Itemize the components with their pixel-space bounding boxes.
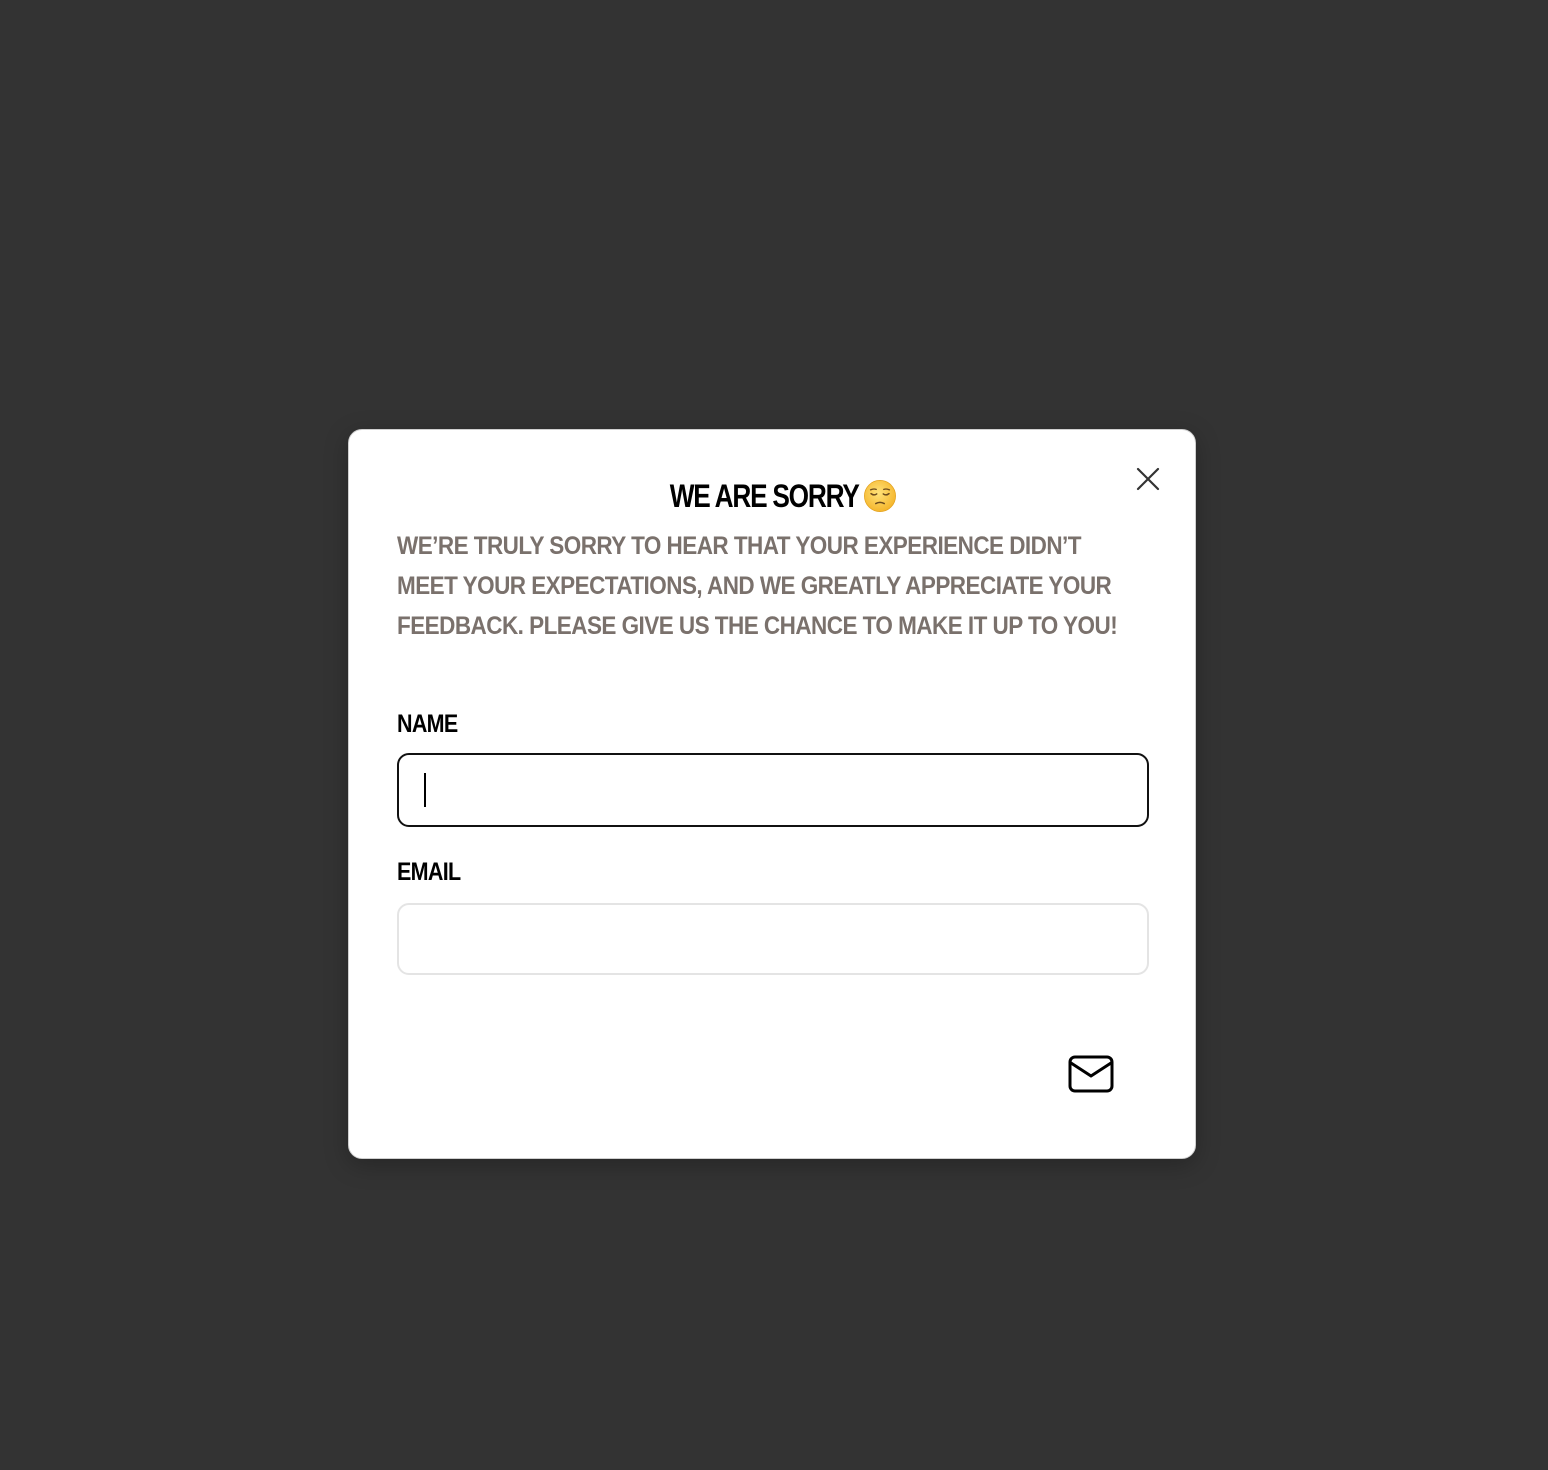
text-caret [424, 773, 426, 807]
name-input[interactable] [397, 753, 1149, 827]
title-row: We are sorry [349, 474, 1197, 518]
envelope-icon [1068, 1055, 1114, 1093]
feedback-dialog: We are sorry We’re truly sorry to hear t… [348, 429, 1196, 1159]
dialog-title: We are sorry [669, 478, 860, 514]
email-label: Email [397, 858, 461, 886]
pensive-face-icon [864, 480, 897, 512]
email-input[interactable] [397, 903, 1149, 975]
send-feedback-button[interactable] [1065, 1052, 1117, 1096]
name-label: Name [397, 710, 458, 738]
dialog-description: We’re truly sorry to hear that your expe… [397, 532, 1118, 640]
